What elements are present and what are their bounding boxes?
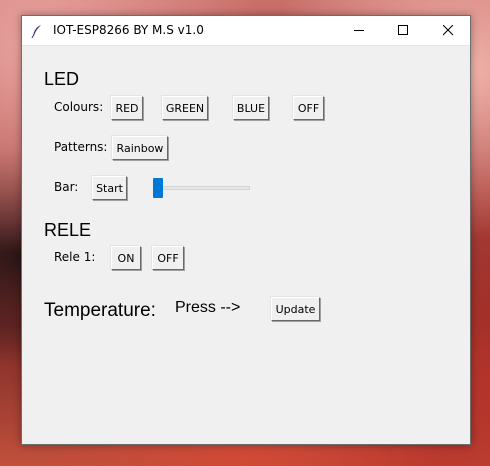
red-button[interactable]: RED [111,96,143,120]
close-button[interactable] [426,16,470,45]
blue-button[interactable]: BLUE [233,96,269,120]
temperature-label: Temperature: [44,300,156,321]
feather-icon [30,23,44,39]
rele-heading: RELE [44,220,92,240]
maximize-button[interactable] [381,16,425,45]
window-title: IOT-ESP8266 BY M.S v1.0 [53,23,204,37]
temperature-value: Press --> [175,299,241,316]
maximize-icon [398,25,408,35]
app-window: IOT-ESP8266 BY M.S v1.0 LED Colours: RED… [21,15,471,445]
rele1-off-button[interactable]: OFF [152,246,184,270]
rele1-on-button[interactable]: ON [111,246,141,270]
start-button[interactable]: Start [92,176,127,200]
update-button[interactable]: Update [271,297,320,321]
led-heading: LED [44,69,80,89]
bar-label: Bar: [54,180,79,194]
patterns-label: Patterns: [54,140,108,154]
minimize-icon [354,30,364,31]
bar-slider-thumb[interactable] [153,178,163,198]
led-off-button[interactable]: OFF [293,96,324,120]
bar-slider-track[interactable] [156,186,250,190]
colours-label: Colours: [54,100,104,114]
close-icon [443,25,454,36]
title-bar[interactable]: IOT-ESP8266 BY M.S v1.0 [22,16,470,46]
green-button[interactable]: GREEN [162,96,208,120]
rele1-label: Rele 1: [54,250,96,264]
minimize-button[interactable] [337,16,381,45]
rainbow-button[interactable]: Rainbow [112,136,168,160]
